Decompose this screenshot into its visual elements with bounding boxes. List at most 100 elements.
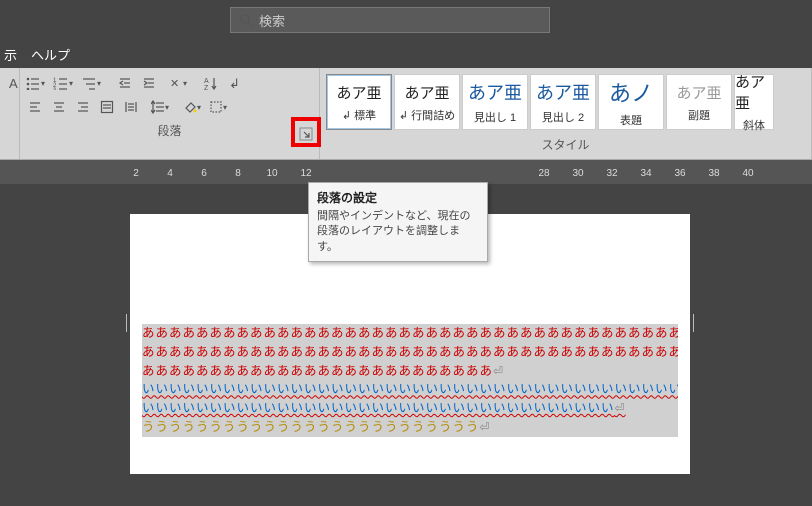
- align-justify-button[interactable]: [96, 96, 118, 118]
- ribbon: A ▾ 123▾ ▾ ✕▾ AZ ↲: [0, 68, 812, 160]
- ribbon-tabs: 示 ヘルプ: [0, 40, 812, 68]
- ruler-mark: 12: [300, 168, 312, 179]
- group-cut-left: A: [0, 68, 20, 159]
- style-item-0[interactable]: あア亜 ↲ 標準: [326, 74, 392, 130]
- style-preview: あア亜: [676, 82, 721, 103]
- multilevel-icon: [81, 76, 97, 90]
- ruler-mark: 28: [538, 168, 550, 179]
- ruler-mark: 2: [130, 168, 142, 179]
- style-preview: あア亜: [336, 82, 381, 103]
- style-item-4[interactable]: あノ表題: [598, 74, 664, 130]
- outdent-icon: [118, 76, 132, 90]
- sort-button[interactable]: AZ: [200, 72, 222, 94]
- ruler-mark: 30: [572, 168, 584, 179]
- align-right-icon: [76, 100, 90, 114]
- distribute-icon: [124, 100, 138, 114]
- style-preview: あア亜: [468, 79, 522, 105]
- distribute-button[interactable]: [120, 96, 142, 118]
- svg-text:A: A: [9, 76, 18, 90]
- search-box[interactable]: 検索: [230, 7, 550, 33]
- search-placeholder: 検索: [259, 11, 285, 30]
- paragraph-mark-icon: ⏎: [615, 401, 626, 415]
- svg-text:A: A: [204, 78, 209, 85]
- increase-indent-button[interactable]: [138, 72, 160, 94]
- paragraph-launcher-tooltip: 段落の設定 間隔やインデントなど、現在の段落のレイアウトを調整します。: [308, 182, 488, 262]
- text-line[interactable]: ああああああああああああああああああああああああああああああああああああああああ…: [142, 343, 678, 362]
- line-spacing-button[interactable]: ▾: [150, 96, 174, 118]
- text-direction-icon: ✕: [169, 76, 183, 90]
- ruler-mark: 36: [674, 168, 686, 179]
- pilcrow-icon: ↲: [228, 76, 242, 90]
- ruler-mark: 4: [164, 168, 176, 179]
- bullets-icon: [25, 76, 41, 90]
- tab-view[interactable]: 示: [4, 45, 17, 64]
- align-center-button[interactable]: [48, 96, 70, 118]
- style-label: 斜体: [743, 117, 765, 133]
- style-label: ↲ 行間詰め: [399, 107, 455, 123]
- indent-icon: [142, 76, 156, 90]
- ruler-mark: 10: [266, 168, 278, 179]
- tooltip-body: 間隔やインデントなど、現在の段落のレイアウトを調整します。: [317, 209, 479, 255]
- style-label: ↲ 標準: [342, 107, 376, 123]
- text-line[interactable]: いいいいいいいいいいいいいいいいいいいいいいいいいいいいいいいいいいい⏎: [142, 399, 678, 418]
- tooltip-title: 段落の設定: [317, 189, 479, 206]
- svg-text:Z: Z: [204, 85, 209, 90]
- text-direction-button[interactable]: ✕▾: [168, 72, 192, 94]
- style-item-3[interactable]: あア亜見出し 2: [530, 74, 596, 130]
- numbering-button[interactable]: 123▾: [52, 72, 78, 94]
- dialog-launcher-icon: [299, 127, 313, 141]
- text-line[interactable]: ああああああああああああああああああああああああああ⏎: [142, 362, 678, 381]
- title-bar: 検索: [0, 0, 812, 40]
- style-gallery[interactable]: あア亜↲ 標準あア亜↲ 行間詰めあア亜見出し 1あア亜見出し 2あノ表題あア亜副…: [324, 72, 807, 132]
- shading-button[interactable]: ▾: [182, 96, 206, 118]
- text-line[interactable]: いいいいいいいいいいいいいいいいいいいいいいいいいいいいいいいいいいいいいいいい…: [142, 380, 678, 399]
- sort-icon: AZ: [204, 76, 218, 90]
- numbering-icon: 123: [53, 76, 69, 90]
- align-center-icon: [52, 100, 66, 114]
- paragraph-dialog-launcher[interactable]: [299, 127, 313, 141]
- horizontal-ruler[interactable]: 2468101228303234363840: [0, 162, 812, 184]
- style-item-1[interactable]: あア亜 ↲ 行間詰め: [394, 74, 460, 130]
- style-label: 見出し 2: [542, 109, 584, 125]
- svg-text:3: 3: [53, 88, 57, 90]
- style-item-5[interactable]: あア亜副題: [666, 74, 732, 130]
- ruler-mark: 34: [640, 168, 652, 179]
- style-preview: あノ: [609, 76, 653, 108]
- style-preview: あア亜: [735, 71, 773, 113]
- group-styles: あア亜↲ 標準あア亜↲ 行間詰めあア亜見出し 1あア亜見出し 2あノ表題あア亜副…: [320, 68, 812, 159]
- style-preview: あア亜: [404, 82, 449, 103]
- line-spacing-icon: [151, 100, 165, 114]
- paragraph-mark-icon: ⏎: [480, 420, 491, 434]
- ruler-mark: 6: [198, 168, 210, 179]
- group-label-styles: スタイル: [324, 132, 807, 159]
- tab-help[interactable]: ヘルプ: [31, 45, 70, 64]
- svg-text:↲: ↲: [229, 76, 240, 90]
- align-right-button[interactable]: [72, 96, 94, 118]
- style-label: 副題: [688, 107, 710, 123]
- text-line[interactable]: ああああああああああああああああああああああああああああああああああああああああ…: [142, 324, 678, 343]
- borders-icon: [209, 100, 223, 114]
- style-label: 表題: [620, 112, 642, 128]
- borders-button[interactable]: ▾: [208, 96, 232, 118]
- text-line[interactable]: ううううううううううううううううううううううううう⏎: [142, 418, 678, 437]
- svg-text:✕: ✕: [170, 78, 179, 90]
- paragraph-mark-icon: ⏎: [493, 364, 504, 378]
- ruler-mark: 38: [708, 168, 720, 179]
- multilevel-list-button[interactable]: ▾: [80, 72, 106, 94]
- paint-bucket-icon: [183, 100, 197, 114]
- decrease-indent-button[interactable]: [114, 72, 136, 94]
- selected-text-block[interactable]: ああああああああああああああああああああああああああああああああああああああああ…: [142, 324, 678, 437]
- ruler-mark: 32: [606, 168, 618, 179]
- align-justify-icon: [100, 100, 114, 114]
- align-left-button[interactable]: [24, 96, 46, 118]
- style-label: 見出し 1: [474, 109, 516, 125]
- search-icon: [239, 13, 253, 27]
- style-item-2[interactable]: あア亜見出し 1: [462, 74, 528, 130]
- bullets-button[interactable]: ▾: [24, 72, 50, 94]
- ruler-mark: 8: [232, 168, 244, 179]
- show-marks-button[interactable]: ↲: [224, 72, 246, 94]
- ruler-container: 2468101228303234363840: [0, 160, 812, 184]
- group-label-paragraph: 段落: [24, 118, 315, 145]
- group-paragraph: ▾ 123▾ ▾ ✕▾ AZ ↲ ▾ ▾: [20, 68, 320, 159]
- style-item-6[interactable]: あア亜斜体: [734, 74, 774, 130]
